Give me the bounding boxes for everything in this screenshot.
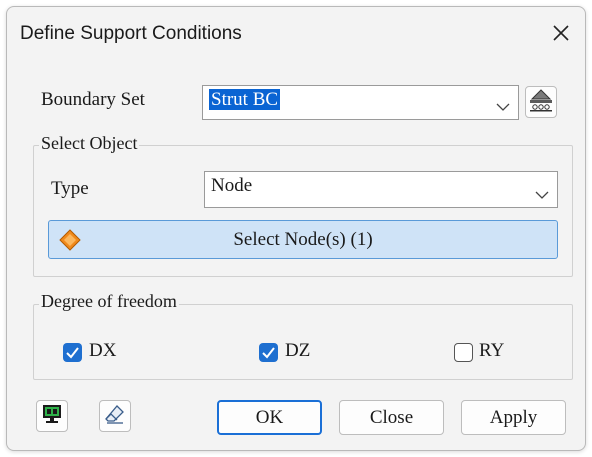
define-support-conditions-dialog: Define Support Conditions Boundary Set S…: [6, 6, 586, 451]
support-manager-button[interactable]: [525, 86, 557, 118]
ry-checkbox[interactable]: [454, 343, 473, 362]
apply-button[interactable]: Apply: [461, 400, 566, 435]
window-title: Define Support Conditions: [20, 23, 242, 44]
support-manager-icon: [528, 87, 554, 118]
dx-label: DX: [89, 340, 117, 361]
dz-label: DZ: [285, 340, 311, 361]
select-nodes-label: Select Node(s) (1): [233, 229, 373, 250]
dz-checkbox[interactable]: [259, 343, 278, 362]
chevron-down-icon: [535, 184, 549, 206]
display-button[interactable]: [36, 400, 68, 432]
ok-button[interactable]: OK: [217, 400, 322, 435]
boundary-set-combo[interactable]: Strut BC: [202, 85, 519, 120]
display-icon: [40, 402, 64, 431]
ry-label: RY: [479, 340, 505, 361]
eraser-button[interactable]: [99, 400, 131, 432]
boundary-set-value: Strut BC: [209, 89, 281, 110]
select-nodes-button[interactable]: Select Node(s) (1): [48, 220, 558, 259]
select-object-group-label: Select Object: [39, 133, 140, 154]
dof-group-label: Degree of freedom: [39, 291, 179, 312]
close-icon[interactable]: [543, 15, 579, 51]
title-bar: Define Support Conditions: [7, 7, 585, 61]
boundary-set-label: Boundary Set: [41, 89, 145, 110]
dx-checkbox[interactable]: [63, 343, 82, 362]
type-combo[interactable]: Node: [204, 171, 558, 208]
chevron-down-icon: [496, 96, 510, 118]
type-label: Type: [51, 178, 89, 199]
eraser-icon: [103, 402, 127, 431]
type-value: Node: [211, 175, 253, 196]
close-button[interactable]: Close: [339, 400, 444, 435]
